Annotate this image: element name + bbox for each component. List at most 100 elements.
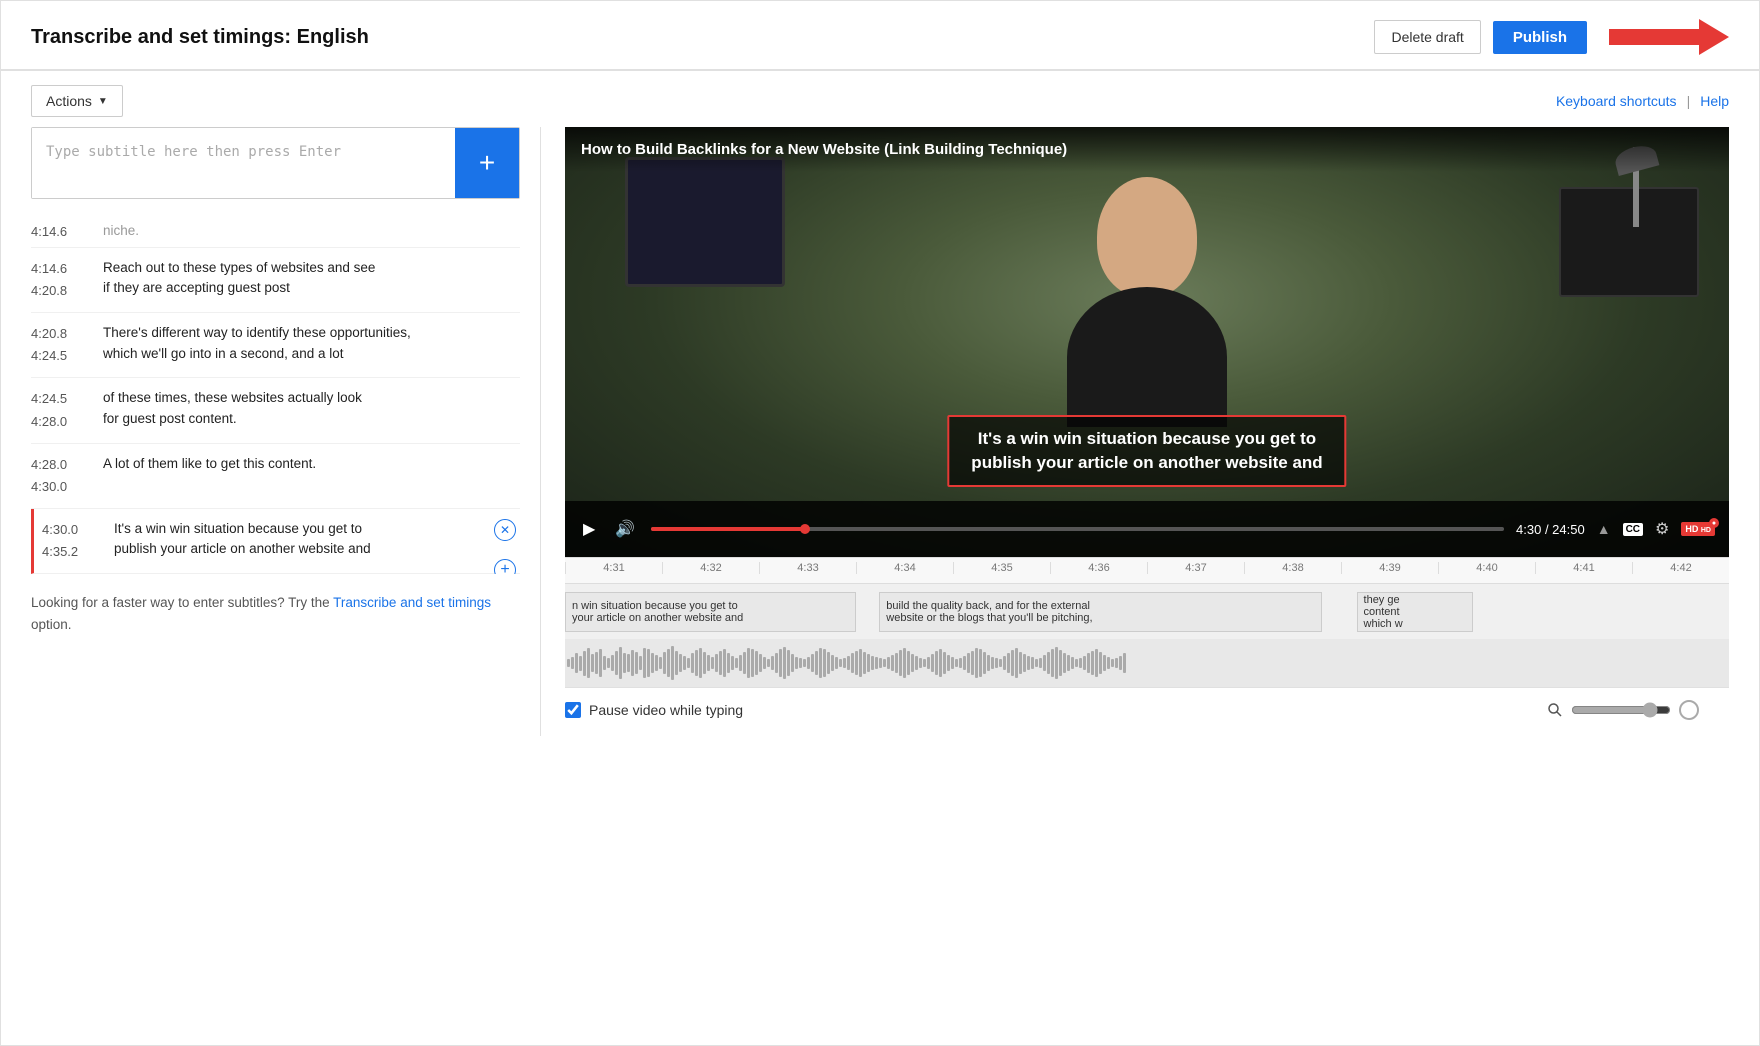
waveform-bar [879,658,882,668]
subtitle-add-inline-button[interactable]: + [494,559,516,574]
waveform-bar [671,646,674,680]
waveform-bar [631,650,634,676]
waveform-bar [619,647,622,679]
waveform-bar [767,659,770,667]
subtitle-text: of these times, these websites actually … [91,388,520,432]
help-link[interactable]: Help [1700,93,1729,109]
subtitle-list: 4:14.6 niche. 4:14.64:20.8 Reach out to … [31,215,520,574]
waveform-bar [859,649,862,677]
waveform-bar [967,653,970,673]
waveform-bar [787,650,790,676]
waveform-bar [735,658,738,668]
page-title: Transcribe and set timings: English [31,26,369,49]
waveform-bar [651,653,654,673]
waveform-bar [871,656,874,670]
actions-button[interactable]: Actions ▼ [31,85,123,117]
timeline-subtitles[interactable]: n win situation because you get toyour a… [565,583,1729,639]
add-subtitle-button[interactable]: + [455,128,519,198]
waveform-bar [883,659,886,667]
settings-icon[interactable]: ⚙ [1655,519,1669,539]
waveform-bar [923,659,926,667]
subtitle-input[interactable] [32,128,455,198]
waveform-bar [1027,656,1030,670]
waveform-bar [1115,658,1118,668]
waveform-bar [971,651,974,675]
pause-video-checkbox-label[interactable]: Pause video while typing [565,702,743,718]
waveform-bar [751,649,754,677]
waveform-bar [571,657,574,669]
toolbar-divider: | [1687,93,1691,109]
transcribe-link[interactable]: Transcribe and set timings [333,595,491,610]
timeline-block[interactable]: build the quality back, and for the exte… [879,592,1321,632]
timeline-block[interactable]: they gecontentwhich w [1357,592,1473,632]
waveform-bar [643,648,646,678]
waveform-bar [911,654,914,672]
hd-badge: ● HD [1681,522,1715,536]
waveform-bar [979,649,982,677]
waveform-bar [615,651,618,675]
waveform-bar [995,658,998,668]
toolbar-right: Keyboard shortcuts | Help [1556,93,1729,109]
waveform-bar [667,649,670,677]
waveform-bar [983,652,986,674]
subtitle-close-button[interactable]: ✕ [494,519,516,541]
waveform-bar [627,654,630,672]
waveform-bar [831,655,834,671]
ruler-mark: 4:40 [1438,562,1535,574]
timeline-waveform [565,639,1729,687]
cc-button[interactable]: CC [1623,523,1643,536]
waveform-bar [907,651,910,675]
waveform-bar [683,656,686,670]
waveform-bar [899,650,902,676]
publish-button[interactable]: Publish [1493,21,1587,54]
waveform-bar [591,654,594,672]
search-icon [1547,702,1563,718]
timeline-block[interactable]: n win situation because you get toyour a… [565,592,856,632]
footer-note: Looking for a faster way to enter subtit… [31,574,520,645]
waveform-bar [1099,652,1102,674]
waveform-bar [863,652,866,674]
progress-bar[interactable] [651,527,1504,531]
waveform-bar [727,653,730,673]
pause-video-checkbox[interactable] [565,702,581,718]
waveform-bar [679,654,682,672]
video-time: 4:30 / 24:50 [1516,522,1585,537]
waveform-bar [775,653,778,673]
waveform-bar [1095,649,1098,677]
waveform-bar [811,654,814,672]
video-player[interactable]: How to Build Backlinks for a New Website… [565,127,1729,557]
waveform-bar [691,653,694,673]
subtitle-text-active: It's a win win situation because you get… [102,519,520,563]
waveform-bar [699,648,702,678]
pause-label: Pause video while typing [589,702,743,718]
video-controls: ▶ 🔊 4:30 / 24:50 ▲ CC ⚙ ● HD [565,501,1729,557]
zoom-slider[interactable] [1571,702,1671,718]
ruler-mark: 4:34 [856,562,953,574]
waveform-bar [711,657,714,669]
waveform-bar [1123,653,1126,673]
waveform-bar [655,655,658,671]
waveform-bar [823,649,826,677]
waveform-bar [567,659,570,667]
waveform-bar [579,656,582,671]
play-button[interactable]: ▶ [579,515,599,543]
waveform-bar [1107,657,1110,669]
waveform-bar [639,656,642,670]
subtitle-time: 4:28.04:30.0 [31,454,91,498]
waveform-bar [931,654,934,672]
ruler-mark: 4:41 [1535,562,1632,574]
volume-button[interactable]: 🔊 [611,515,639,543]
ruler-mark: 4:38 [1244,562,1341,574]
subtitle-time-partial: 4:14.6 [31,221,91,243]
subtitle-item: 4:28.04:30.0 A lot of them like to get t… [31,444,520,509]
subtitle-overlay-line2: publish your article on another website … [971,453,1322,472]
waveform-bar [1003,656,1006,670]
waveform-bar [575,653,578,673]
keyboard-shortcuts-link[interactable]: Keyboard shortcuts [1556,93,1677,109]
delete-draft-button[interactable]: Delete draft [1374,20,1480,54]
monitor-right [1559,187,1699,297]
waveform-bar [1111,659,1114,667]
waveform-bar [803,659,806,667]
body [1067,287,1227,427]
waveform-bar [815,651,818,675]
